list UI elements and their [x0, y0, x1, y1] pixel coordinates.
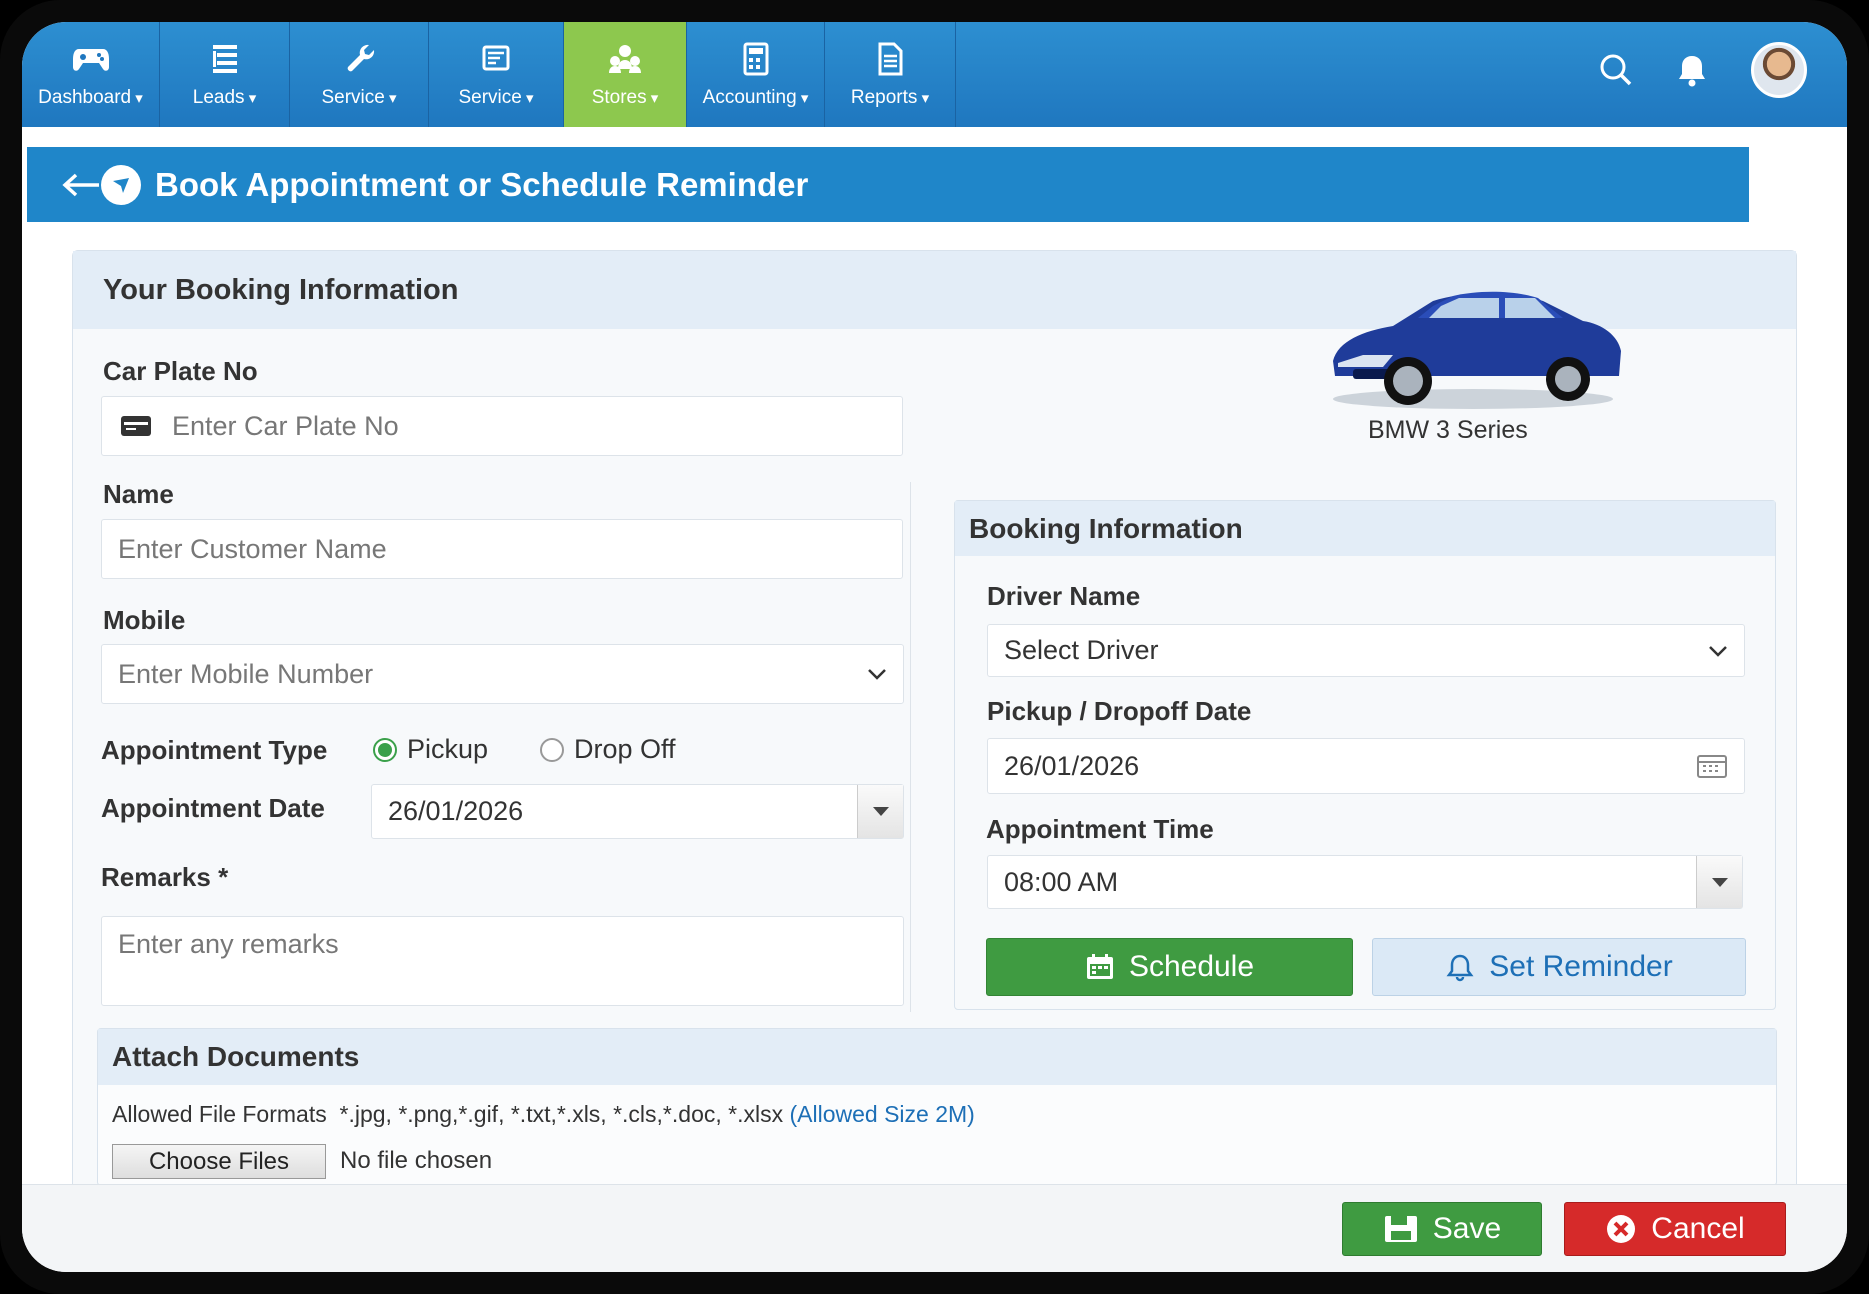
radio-selected-icon	[373, 737, 397, 762]
nav-leads[interactable]: Leads	[160, 22, 290, 127]
list-icon	[212, 44, 237, 73]
choose-files-button[interactable]: Choose Files	[112, 1144, 326, 1179]
dropdown-button[interactable]	[1696, 856, 1742, 908]
radio-pickup[interactable]: Pickup	[373, 734, 488, 765]
nav-label: Service	[321, 87, 396, 109]
caret-down-icon	[1711, 877, 1728, 887]
nav-service-2[interactable]: Service	[429, 22, 564, 127]
device-frame: Dashboard Leads Service Service Stores A…	[0, 0, 1869, 1294]
gamepad-icon	[72, 48, 109, 71]
floppy-disk-icon	[1384, 1216, 1417, 1242]
pickup-date-input[interactable]: 26/01/2026	[987, 738, 1745, 794]
formats-list: *.jpg, *.png,*.gif, *.txt,*.xls, *.cls,*…	[339, 1101, 784, 1127]
remarks-label: Remarks *	[101, 862, 229, 892]
people-icon	[609, 44, 641, 73]
cancel-label: Cancel	[1651, 1212, 1745, 1245]
remarks-textarea[interactable]: Enter any remarks	[101, 916, 904, 1006]
mobile-select[interactable]: Enter Mobile Number	[101, 644, 904, 704]
calendar-icon	[1086, 954, 1113, 979]
driver-name-label: Driver Name	[987, 581, 1141, 611]
cancel-button[interactable]: Cancel	[1564, 1202, 1786, 1256]
driver-select[interactable]: Select Driver	[987, 624, 1745, 677]
nav-label: Reports	[851, 87, 929, 109]
pickup-date-label: Pickup / Dropoff Date	[987, 696, 1252, 726]
radio-drop-off[interactable]: Drop Off	[540, 734, 676, 765]
dropdown-button[interactable]	[857, 785, 903, 838]
nav-label: Accounting	[703, 87, 809, 109]
radio-label: Pickup	[407, 734, 489, 764]
car-plate-label: Car Plate No	[103, 356, 258, 386]
car-image	[1333, 291, 1621, 409]
save-label: Save	[1432, 1212, 1502, 1245]
car-plate-placeholder: Enter Car Plate No	[172, 410, 399, 441]
remarks-placeholder: Enter any remarks	[118, 929, 339, 959]
avatar[interactable]	[1751, 42, 1807, 98]
top-nav: Dashboard Leads Service Service Stores A…	[22, 22, 1847, 127]
car-model: BMW 3 Series	[1368, 416, 1528, 444]
appointment-time-label: Appointment Time	[986, 814, 1214, 844]
driver-value: Select Driver	[1004, 635, 1159, 665]
card-icon	[482, 45, 510, 70]
set-reminder-button[interactable]: Set Reminder	[1372, 938, 1746, 996]
wrench-icon	[347, 44, 375, 71]
app-screen: Dashboard Leads Service Service Stores A…	[22, 22, 1847, 1272]
nav-label: Service	[458, 87, 533, 109]
page-title: Book Appointment or Schedule Reminder	[155, 165, 809, 203]
nav-accounting[interactable]: Accounting	[687, 22, 825, 127]
appointment-date-label: Appointment Date	[101, 793, 325, 823]
attach-documents-title: Attach Documents	[98, 1029, 1776, 1085]
attach-documents-section: Attach Documents Allowed File Formats *.…	[97, 1028, 1777, 1186]
booking-info-title: Booking Information	[955, 501, 1775, 556]
name-label: Name	[103, 479, 174, 509]
mobile-label: Mobile	[103, 605, 186, 635]
column-divider	[910, 482, 911, 1012]
appointment-date-value: 26/01/2026	[388, 796, 524, 826]
appointment-time-value: 08:00 AM	[1004, 866, 1119, 897]
app-logo-icon	[101, 164, 141, 205]
caret-down-icon	[872, 807, 889, 816]
radio-unselected-icon	[540, 737, 564, 762]
form-footer: Save Cancel	[22, 1184, 1847, 1272]
calculator-icon	[743, 42, 768, 75]
close-circle-icon	[1607, 1215, 1636, 1243]
chevron-down-icon	[1709, 645, 1727, 657]
document-icon	[878, 42, 903, 75]
booking-info-panel: Booking Information Driver Name Select D…	[954, 500, 1776, 1010]
allowed-formats: Allowed File Formats *.jpg, *.png,*.gif,…	[112, 1101, 975, 1128]
nav-reports[interactable]: Reports	[825, 22, 956, 127]
schedule-label: Schedule	[1128, 950, 1255, 983]
name-input[interactable]: Enter Customer Name	[101, 519, 903, 579]
id-card-icon	[121, 416, 151, 436]
calendar-icon[interactable]	[1696, 753, 1728, 779]
formats-label: Allowed File Formats	[112, 1101, 327, 1127]
mobile-placeholder: Enter Mobile Number	[118, 658, 374, 689]
pickup-date-value: 26/01/2026	[1004, 750, 1140, 781]
nav-label: Leads	[193, 87, 256, 109]
nav-dashboard[interactable]: Dashboard	[22, 22, 160, 127]
nav-service-1[interactable]: Service	[290, 22, 429, 127]
nav-label: Dashboard	[38, 87, 143, 109]
schedule-button[interactable]: Schedule	[986, 938, 1353, 996]
appointment-type-label: Appointment Type	[101, 735, 328, 765]
bell-icon[interactable]	[1675, 53, 1709, 87]
bell-icon	[1446, 954, 1474, 982]
search-icon[interactable]	[1599, 53, 1633, 87]
save-button[interactable]: Save	[1342, 1202, 1542, 1256]
name-placeholder: Enter Customer Name	[118, 533, 387, 564]
back-arrow-icon[interactable]	[61, 171, 101, 199]
page-header: Book Appointment or Schedule Reminder	[27, 147, 1749, 222]
nav-stores[interactable]: Stores	[564, 22, 687, 127]
allowed-size: (Allowed Size 2M)	[789, 1101, 975, 1127]
appointment-date-select[interactable]: 26/01/2026	[371, 784, 904, 839]
car-plate-input[interactable]: Enter Car Plate No	[101, 396, 903, 456]
no-file-chosen: No file chosen	[340, 1147, 493, 1174]
radio-label: Drop Off	[574, 734, 676, 764]
nav-actions	[1599, 42, 1807, 98]
chevron-down-icon	[868, 669, 886, 680]
nav-label: Stores	[592, 87, 659, 109]
set-reminder-label: Set Reminder	[1489, 950, 1673, 983]
appointment-time-select[interactable]: 08:00 AM	[987, 855, 1743, 909]
